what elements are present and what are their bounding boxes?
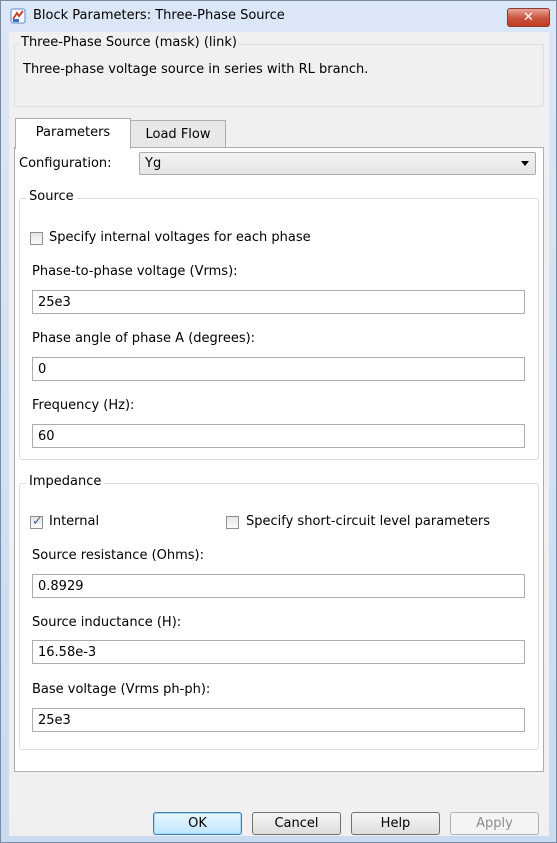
resistance-label: Source resistance (Ohms):: [32, 548, 205, 563]
description-group: Three-Phase Source (mask) (link) Three-p…: [14, 35, 544, 107]
phase-angle-label: Phase angle of phase A (degrees):: [32, 331, 256, 346]
dialog-window: Block Parameters: Three-Phase Source ✕ T…: [0, 0, 557, 843]
mask-title: Three-Phase Source (mask) (link): [19, 35, 239, 50]
close-button[interactable]: ✕: [507, 8, 550, 27]
dialog-body: Three-Phase Source (mask) (link) Three-p…: [9, 32, 549, 836]
title-bar[interactable]: Block Parameters: Three-Phase Source ✕: [1, 1, 556, 32]
mask-description: Three-phase voltage source in series wit…: [23, 62, 369, 77]
phase-voltage-field[interactable]: 25e3: [32, 290, 525, 314]
source-legend: Source: [26, 189, 77, 204]
close-icon: ✕: [523, 10, 534, 25]
source-group: Source Specify internal voltages for eac…: [19, 189, 539, 460]
checkmark-icon: ✓: [32, 514, 43, 529]
phase-angle-field[interactable]: 0: [32, 357, 525, 381]
chevron-down-icon: [521, 161, 529, 166]
cancel-button[interactable]: Cancel: [252, 812, 341, 835]
impedance-legend: Impedance: [26, 474, 105, 489]
resistance-field[interactable]: 0.8929: [32, 574, 525, 598]
inductance-field[interactable]: 16.58e-3: [32, 640, 525, 664]
short-circuit-label[interactable]: Specify short-circuit level parameters: [246, 514, 490, 529]
base-voltage-field[interactable]: 25e3: [32, 708, 525, 732]
internal-checkbox[interactable]: ✓: [30, 514, 43, 529]
tab-parameters[interactable]: Parameters: [15, 118, 131, 149]
short-circuit-checkbox[interactable]: [226, 516, 239, 529]
impedance-group: Impedance ✓ Internal Specify short-circu…: [19, 474, 539, 750]
help-button[interactable]: Help: [351, 812, 440, 835]
internal-label[interactable]: Internal: [49, 514, 99, 529]
tab-load-flow[interactable]: Load Flow: [130, 120, 226, 150]
phase-voltage-label: Phase-to-phase voltage (Vrms):: [32, 264, 238, 279]
base-voltage-label: Base voltage (Vrms ph-ph):: [32, 682, 211, 697]
specify-internal-voltages-checkbox[interactable]: [30, 232, 43, 245]
window-title: Block Parameters: Three-Phase Source: [33, 8, 285, 23]
frequency-label: Frequency (Hz):: [32, 398, 135, 413]
apply-button[interactable]: Apply: [450, 812, 539, 835]
simulink-block-icon: [10, 8, 26, 24]
parameters-panel: Configuration: Yg Source Specify interna…: [14, 147, 544, 772]
tab-label: Load Flow: [145, 127, 211, 142]
configuration-dropdown[interactable]: Yg: [139, 152, 536, 175]
ok-button[interactable]: OK: [153, 812, 242, 835]
configuration-label: Configuration:: [19, 156, 112, 171]
frequency-field[interactable]: 60: [32, 424, 525, 448]
specify-internal-voltages-label[interactable]: Specify internal voltages for each phase: [49, 230, 311, 245]
tab-label: Parameters: [35, 125, 111, 140]
configuration-value: Yg: [145, 156, 162, 171]
inductance-label: Source inductance (H):: [32, 615, 182, 630]
